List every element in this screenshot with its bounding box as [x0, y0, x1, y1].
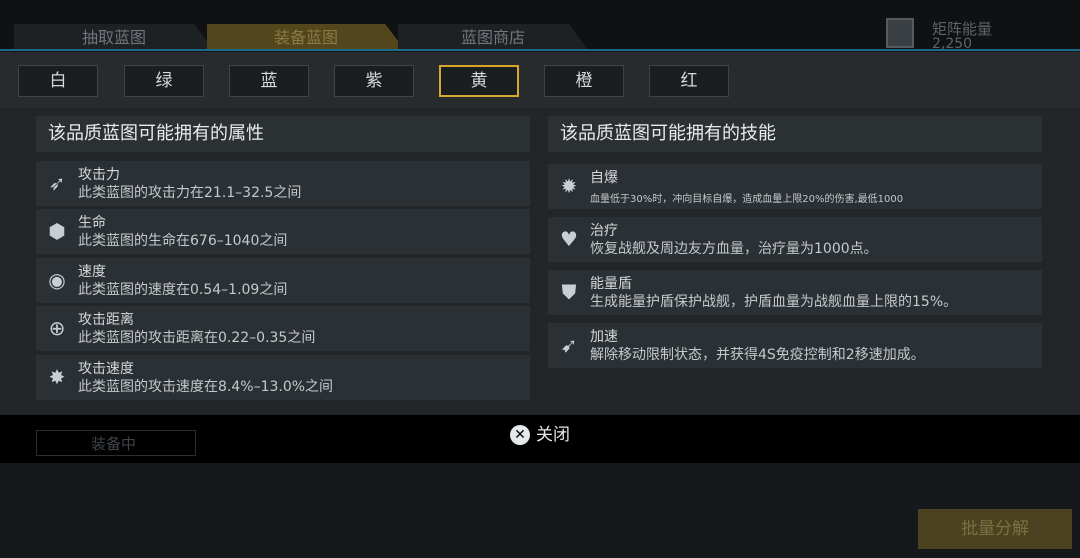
batch-dismantle-button[interactable]: 批量分解: [918, 509, 1072, 549]
range-icon: ⊕: [48, 316, 66, 340]
attribute-title: 攻击力: [78, 167, 120, 183]
attribute-desc: 此类蓝图的攻击速度在8.4%–13.0%之间: [78, 379, 334, 395]
attribute-row: ⊕ 攻击距离 此类蓝图的攻击距离在0.22–0.35之间: [36, 306, 530, 351]
health-icon: ⬢: [48, 219, 66, 243]
quality-tab-blue[interactable]: 蓝: [229, 65, 309, 97]
attack-icon: ➶: [48, 171, 66, 195]
skill-row: ⛊ 能量盾 生成能量护盾保护战舰，护盾血量为战舰血量上限的15%。: [548, 270, 1042, 315]
attribute-desc: 此类蓝图的速度在0.54–1.09之间: [78, 282, 288, 298]
quality-tab-orange[interactable]: 橙: [544, 65, 624, 97]
skill-row: ♥ 治疗 恢复战舰及周边友方血量，治疗量为1000点。: [548, 217, 1042, 262]
quality-tab-white[interactable]: 白: [18, 65, 98, 97]
quality-tab-bar: 白 绿 蓝 紫 黄 橙 红: [0, 52, 1080, 108]
attribute-row: ◉ 速度 此类蓝图的速度在0.54–1.09之间: [36, 258, 530, 303]
matrix-energy-icon: [886, 18, 914, 48]
skill-row: ➹ 加速 解除移动限制状态，并获得4S免疫控制和2移速加成。: [548, 323, 1042, 368]
attribute-desc: 此类蓝图的攻击距离在0.22–0.35之间: [78, 330, 316, 346]
equipped-button: 装备中: [36, 430, 196, 456]
skill-title: 自爆: [590, 170, 618, 186]
skill-desc: 生成能量护盾保护战舰，护盾血量为战舰血量上限的15%。: [590, 294, 958, 310]
tab-blueprint-shop[interactable]: 蓝图商店: [398, 24, 588, 50]
skill-title: 加速: [590, 329, 618, 345]
quality-tab-green[interactable]: 绿: [124, 65, 204, 97]
close-icon: ✕: [510, 425, 530, 445]
attributes-panel: 该品质蓝图可能拥有的属性 ➶ 攻击力 此类蓝图的攻击力在21.1–32.5之间 …: [36, 116, 530, 400]
energy-value: 2,250: [932, 36, 973, 52]
attribute-row: ⬢ 生命 此类蓝图的生命在676–1040之间: [36, 209, 530, 254]
explode-icon: ✹: [560, 174, 578, 198]
quality-tab-yellow[interactable]: 黄: [439, 65, 519, 97]
quality-info-popup: 白 绿 蓝 紫 黄 橙 红 该品质蓝图可能拥有的属性 ➶ 攻击力 此类蓝图的攻击…: [0, 52, 1080, 415]
skill-title: 能量盾: [590, 276, 632, 292]
skill-desc: 血量低于30%时，冲向目标自爆，造成血量上限20%的伤害,最低1000: [590, 194, 904, 205]
speed-icon: ◉: [48, 268, 66, 292]
attribute-title: 生命: [78, 215, 106, 231]
skills-heading: 该品质蓝图可能拥有的技能: [548, 116, 1042, 152]
attack-speed-icon: ✸: [48, 365, 66, 389]
close-button[interactable]: ✕ 关闭: [510, 424, 570, 446]
skill-desc: 解除移动限制状态，并获得4S免疫控制和2移速加成。: [590, 347, 925, 363]
attribute-desc: 此类蓝图的生命在676–1040之间: [78, 233, 288, 249]
skill-row: ✹ 自爆 血量低于30%时，冲向目标自爆，造成血量上限20%的伤害,最低1000: [548, 164, 1042, 209]
heal-icon: ♥: [560, 227, 578, 251]
attribute-row: ✸ 攻击速度 此类蓝图的攻击速度在8.4%–13.0%之间: [36, 355, 530, 400]
attributes-heading: 该品质蓝图可能拥有的属性: [36, 116, 530, 152]
attribute-title: 速度: [78, 264, 106, 280]
attribute-title: 攻击距离: [78, 312, 134, 328]
tab-draw-blueprint[interactable]: 抽取蓝图: [14, 24, 214, 50]
boost-icon: ➹: [560, 333, 578, 357]
skill-desc: 恢复战舰及周边友方血量，治疗量为1000点。: [590, 241, 878, 257]
attribute-row: ➶ 攻击力 此类蓝图的攻击力在21.1–32.5之间: [36, 161, 530, 206]
close-label: 关闭: [536, 425, 570, 445]
shield-icon: ⛊: [561, 280, 577, 304]
skills-panel: 该品质蓝图可能拥有的技能 ✹ 自爆 血量低于30%时，冲向目标自爆，造成血量上限…: [548, 116, 1042, 368]
top-divider: [0, 49, 1080, 51]
skill-title: 治疗: [590, 223, 618, 239]
tab-equip-blueprint[interactable]: 装备蓝图: [207, 24, 405, 50]
quality-tab-purple[interactable]: 紫: [334, 65, 414, 97]
attribute-desc: 此类蓝图的攻击力在21.1–32.5之间: [78, 185, 302, 201]
attribute-title: 攻击速度: [78, 361, 134, 377]
quality-tab-red[interactable]: 红: [649, 65, 729, 97]
